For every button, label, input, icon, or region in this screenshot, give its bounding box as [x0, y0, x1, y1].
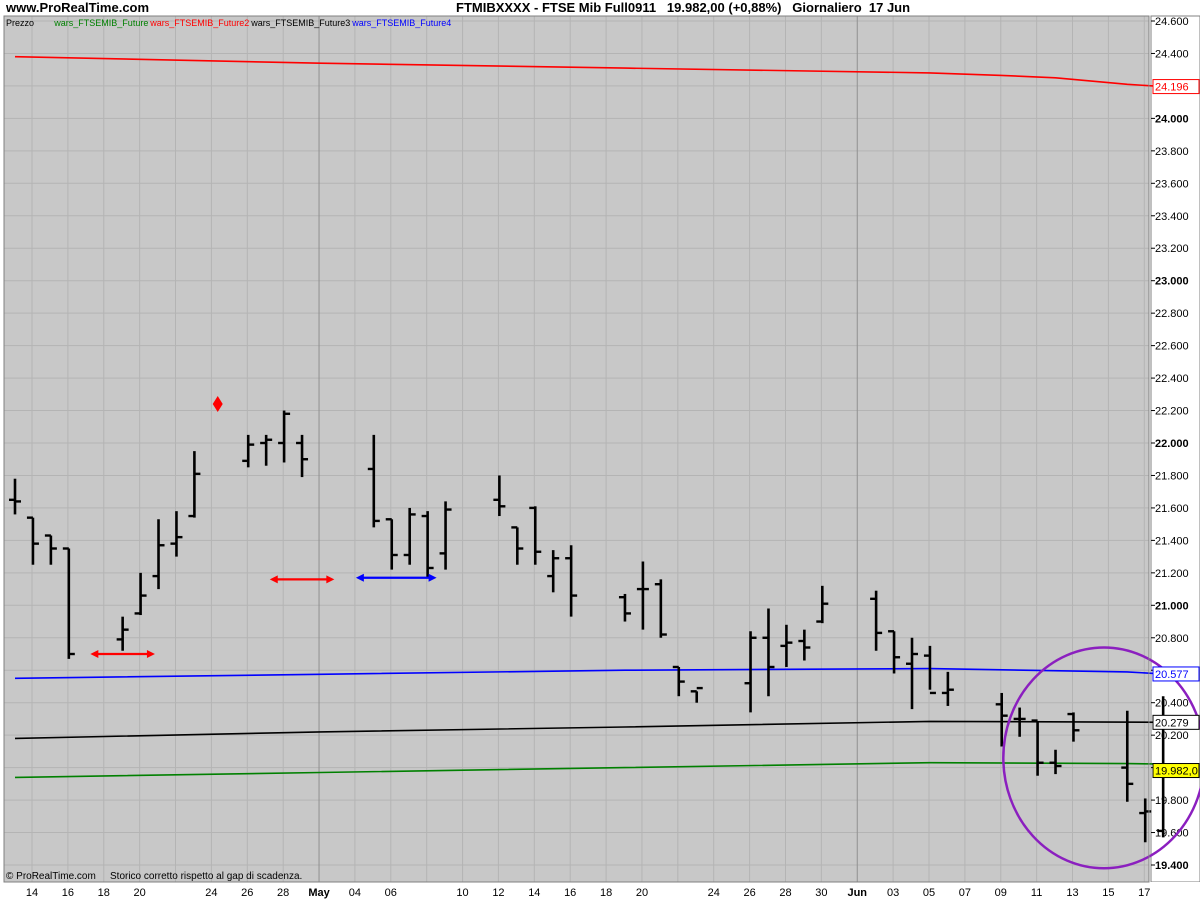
x-tick-label: 28 [779, 887, 791, 899]
x-tick-label: 17 [1138, 887, 1150, 899]
x-tick-label: 28 [277, 887, 289, 899]
x-tick-label: 18 [600, 887, 612, 899]
x-tick-label: 11 [1031, 887, 1042, 899]
x-tick-label: 10 [456, 887, 468, 899]
y-tick-label: 22.000 [1155, 438, 1189, 450]
last-value-label: 19.982,0 [1155, 766, 1198, 778]
y-tick-label: 22.800 [1155, 308, 1189, 320]
x-tick-label: 09 [995, 887, 1007, 899]
x-tick-label: 04 [349, 887, 361, 899]
y-tick-label: 20.400 [1155, 698, 1189, 710]
y-tick-label: 24.000 [1155, 113, 1189, 125]
y-tick-label: 22.600 [1155, 341, 1189, 353]
x-tick-label: 16 [564, 887, 576, 899]
x-tick-label: 26 [241, 887, 253, 899]
y-tick-label: 22.200 [1155, 406, 1189, 418]
x-tick-label: 26 [743, 887, 755, 899]
x-tick-label: 20 [134, 887, 146, 899]
y-tick-label: 23.200 [1155, 243, 1189, 255]
footer-note: Storico corretto rispetto al gap di scad… [110, 871, 302, 882]
x-tick-label: 14 [26, 887, 38, 899]
y-tick-label: 21.000 [1155, 600, 1189, 612]
legend-item: Prezzo [6, 18, 34, 28]
y-tick-label: 21.800 [1155, 470, 1189, 482]
y-tick-label: 23.400 [1155, 211, 1189, 223]
y-tick-label: 21.600 [1155, 503, 1189, 515]
last-value-label: 20.577 [1155, 669, 1189, 681]
y-tick-label: 19.400 [1155, 860, 1189, 872]
y-tick-label: 23.800 [1155, 146, 1189, 158]
y-tick-label: 24.400 [1155, 48, 1189, 60]
x-tick-label: 13 [1066, 887, 1078, 899]
legend-item: wars_FTSEMIB_Future4 [351, 18, 451, 28]
x-tick-label: 16 [62, 887, 74, 899]
ohlc-chart: 19.40019.60019.80020.00020.20020.40020.6… [0, 15, 1200, 900]
y-tick-label: 23.600 [1155, 178, 1189, 190]
x-tick-label: May [308, 887, 330, 899]
x-tick-label: 15 [1102, 887, 1114, 899]
legend-item: wars_FTSEMIB_Future [53, 18, 148, 28]
y-tick-label: 24.600 [1155, 16, 1189, 28]
x-tick-label: 14 [528, 887, 540, 899]
x-tick-label: 18 [98, 887, 110, 899]
x-tick-label: Jun [847, 887, 867, 899]
x-tick-label: 06 [385, 887, 397, 899]
y-tick-label: 20.200 [1155, 730, 1189, 742]
x-tick-label: 30 [815, 887, 827, 899]
y-tick-label: 20.800 [1155, 633, 1189, 645]
last-value-label: 20.279 [1155, 717, 1189, 729]
y-tick-label: 21.400 [1155, 535, 1189, 547]
x-tick-label: 24 [708, 887, 720, 899]
y-tick-label: 23.000 [1155, 276, 1189, 288]
x-tick-label: 24 [205, 887, 217, 899]
y-tick-label: 19.800 [1155, 795, 1189, 807]
x-tick-label: 12 [492, 887, 504, 899]
x-tick-label: 20 [636, 887, 648, 899]
y-tick-label: 22.400 [1155, 373, 1189, 385]
x-tick-label: 03 [887, 887, 899, 899]
legend-item: wars_FTSEMIB_Future2 [149, 18, 249, 28]
last-value-label: 24.196 [1155, 82, 1189, 94]
y-tick-label: 21.200 [1155, 568, 1189, 580]
legend-item: wars_FTSEMIB_Future3 [250, 18, 350, 28]
footer-copyright: © ProRealTime.com [6, 871, 96, 882]
x-tick-label: 05 [923, 887, 935, 899]
x-tick-label: 07 [959, 887, 971, 899]
